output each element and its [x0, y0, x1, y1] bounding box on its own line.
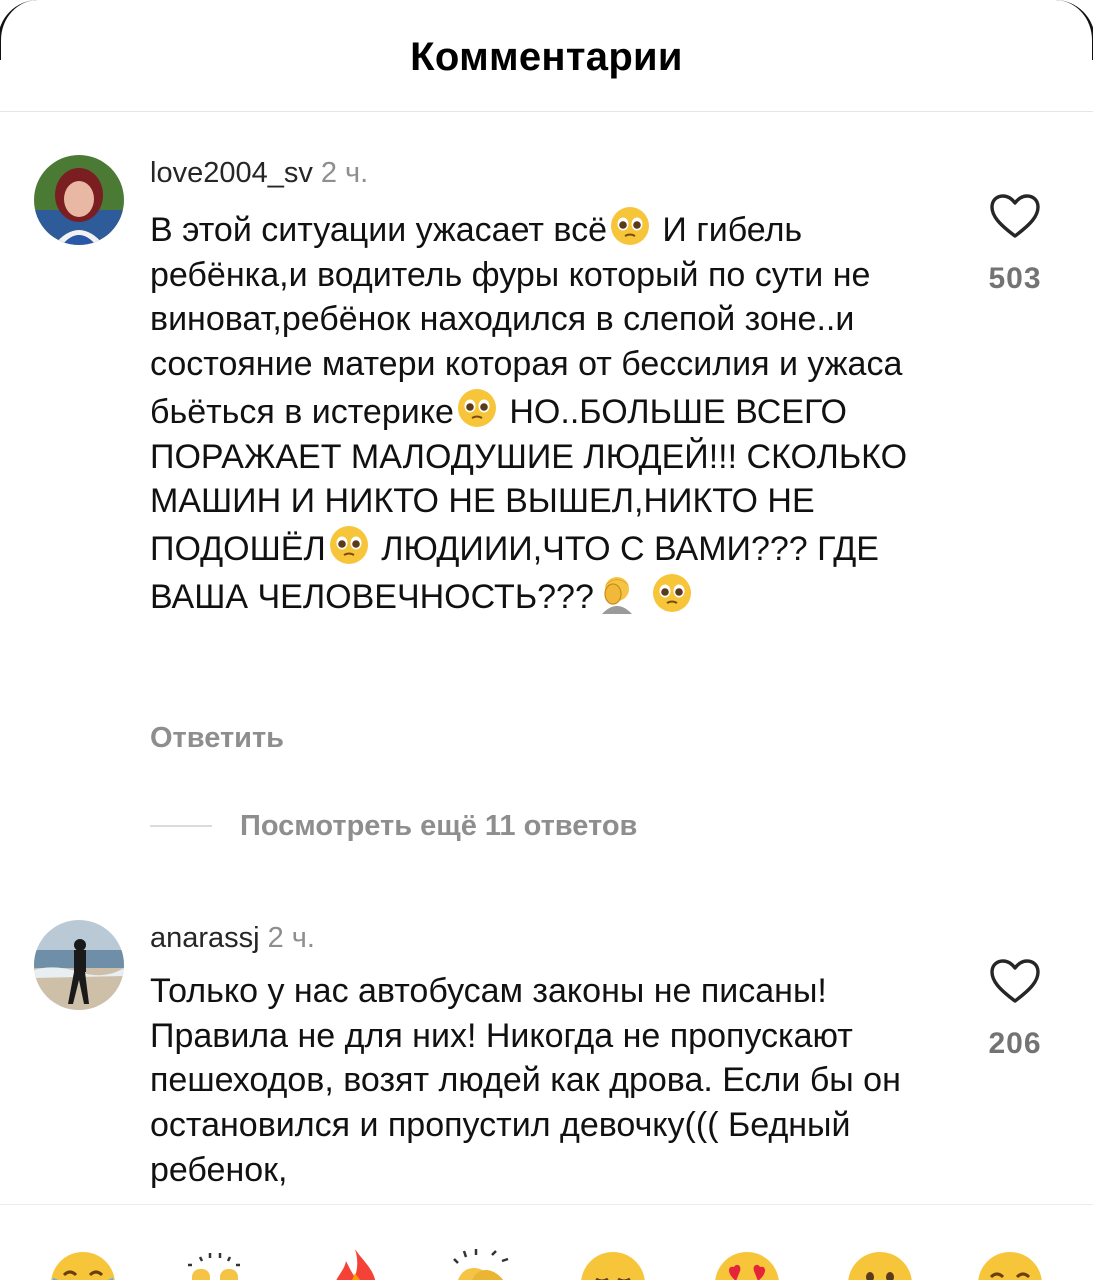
face-with-tears-of-joy-icon[interactable] [48, 1249, 118, 1280]
like-count: 206 [988, 1027, 1042, 1060]
comment-time: 2 ч. [267, 922, 315, 954]
avatar[interactable] [34, 155, 124, 245]
quick-emoji-bar [0, 1204, 1093, 1280]
heart-icon[interactable] [989, 958, 1041, 1004]
like-control: 503 [985, 193, 1045, 296]
crying-face-icon[interactable] [578, 1249, 648, 1280]
comment-text: Только у нас автобусам законы не писаны!… [150, 972, 901, 1189]
comment-header: love2004_sv 2 ч. [150, 156, 368, 190]
comment-username[interactable]: love2004_sv [150, 157, 313, 189]
comment-username[interactable]: anarassj [150, 922, 260, 954]
comment-header: anarassj 2 ч. [150, 921, 315, 955]
pleading-face-emoji-icon [456, 387, 498, 429]
view-more-replies-button[interactable]: Посмотреть ещё 11 ответов [150, 806, 637, 846]
reply-button[interactable]: Ответить [150, 722, 284, 755]
avatar[interactable] [34, 920, 124, 1010]
comment-time: 2 ч. [320, 157, 369, 189]
clapping-hands-icon[interactable] [448, 1249, 518, 1280]
comment-text-part [640, 578, 649, 616]
heart-eyes-icon[interactable] [712, 1249, 782, 1280]
heart-icon[interactable] [989, 193, 1041, 239]
like-control: 206 [985, 958, 1045, 1061]
divider-line [150, 825, 212, 827]
comments-sheet: Комментарии love2004_sv 2 ч. В этой ситуа… [0, 0, 1093, 1280]
comment-text-part: В этой ситуации ужасает всё [150, 211, 607, 249]
pleading-face-emoji-icon [609, 205, 651, 247]
pleading-face-emoji-icon [328, 524, 370, 566]
page-title: Комментарии [410, 35, 683, 79]
fire-icon[interactable] [320, 1249, 390, 1280]
grinning-face-icon[interactable] [975, 1249, 1045, 1280]
view-more-replies-label: Посмотреть ещё 11 ответов [240, 809, 638, 842]
person-facepalming-emoji-icon [596, 572, 638, 614]
raising-hands-icon[interactable] [180, 1249, 250, 1280]
pleading-face-emoji-icon [651, 572, 693, 614]
like-count: 503 [988, 262, 1042, 295]
comments-header: Комментарии [0, 0, 1093, 112]
comment-text: В этой ситуации ужасает всё И гибель реб… [150, 205, 950, 619]
astonished-face-icon[interactable] [845, 1249, 915, 1280]
